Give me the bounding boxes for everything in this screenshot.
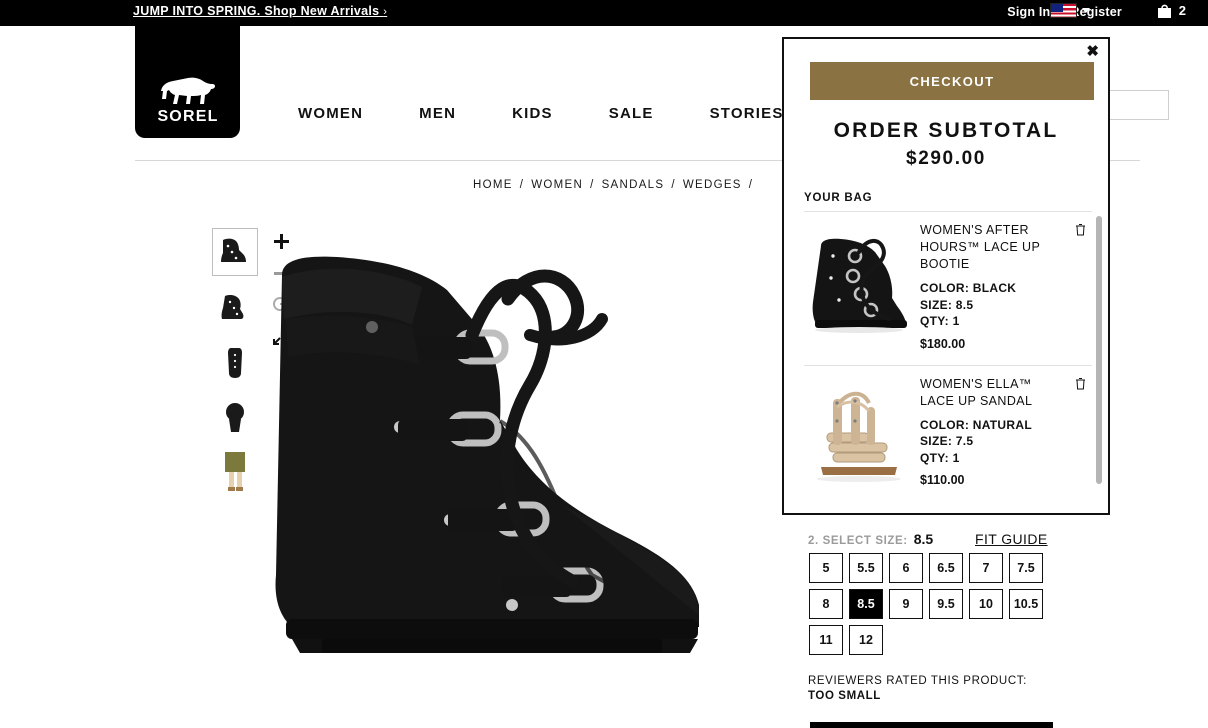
breadcrumb-separator: / bbox=[671, 179, 676, 191]
size-grid: 5 5.5 6 6.5 7 7.5 8 8.5 9 9.5 10 10.5 11… bbox=[809, 553, 1069, 655]
chevron-right-icon: › bbox=[383, 6, 388, 18]
fit-guide-link[interactable]: FIT GUIDE bbox=[975, 531, 1048, 547]
cart-button[interactable]: 2 bbox=[1156, 2, 1186, 19]
order-subtotal-value: $290.00 bbox=[906, 148, 986, 169]
cart-item: WOMEN'S AFTER HOURS™ LACE UP BOOTIE COLO… bbox=[804, 211, 1092, 365]
nav-kids[interactable]: KIDS bbox=[484, 105, 581, 122]
sign-in-link[interactable]: Sign In bbox=[1007, 5, 1050, 19]
size-option-9-5[interactable]: 9.5 bbox=[929, 589, 963, 619]
thumbnail-strip bbox=[212, 228, 258, 496]
thumbnail-bootie-sole-view[interactable] bbox=[212, 393, 258, 441]
order-subtotal-label: ORDER SUBTOTAL bbox=[833, 119, 1059, 142]
add-to-bag-button[interactable] bbox=[810, 722, 1053, 728]
cart-item-image[interactable] bbox=[804, 376, 914, 491]
logo-wordmark: SOREL bbox=[157, 108, 218, 124]
nav-women[interactable]: WOMEN bbox=[270, 105, 391, 122]
cart-item-qty: QTY: 1 bbox=[920, 314, 960, 328]
size-option-7-5[interactable]: 7.5 bbox=[1009, 553, 1043, 583]
cart-flyout-panel: ✖ CHECKOUT ORDER SUBTOTAL $290.00 YOUR B… bbox=[782, 37, 1110, 515]
breadcrumb-item-sandals[interactable]: SANDALS bbox=[602, 179, 665, 191]
cart-item-name[interactable]: WOMEN'S AFTER HOURS™ LACE UP BOOTIE bbox=[920, 222, 1060, 273]
cart-item-list: WOMEN'S AFTER HOURS™ LACE UP BOOTIE COLO… bbox=[804, 211, 1092, 511]
scrollbar-thumb[interactable] bbox=[1096, 216, 1102, 484]
reviewer-rating-note: REVIEWERS RATED THIS PRODUCT: TOO SMALL bbox=[808, 674, 1027, 704]
your-bag-label: YOUR BAG bbox=[804, 192, 873, 204]
main-navigation: WOMEN MEN KIDS SALE STORIES bbox=[270, 105, 812, 122]
cart-item-details: WOMEN'S ELLA™ LACE UP SANDAL COLOR: NATU… bbox=[914, 376, 1092, 491]
order-subtotal: ORDER SUBTOTAL $290.00 bbox=[784, 119, 1108, 170]
us-flag-icon bbox=[1050, 3, 1077, 18]
size-option-9[interactable]: 9 bbox=[889, 589, 923, 619]
size-step-label: 2. SELECT SIZE: bbox=[808, 535, 908, 547]
cart-item-color: COLOR: BLACK bbox=[920, 281, 1017, 295]
trash-icon[interactable] bbox=[1075, 223, 1086, 236]
cart-item-image[interactable] bbox=[804, 222, 914, 337]
breadcrumb-separator: / bbox=[519, 179, 525, 191]
checkout-button[interactable]: CHECKOUT bbox=[810, 62, 1094, 100]
promo-top-bar: JUMP INTO SPRING. Shop New Arrivals › Si… bbox=[0, 0, 1208, 26]
cart-item-qty: QTY: 1 bbox=[920, 450, 960, 465]
search-input[interactable] bbox=[1109, 90, 1169, 120]
cart-count: 2 bbox=[1178, 3, 1186, 18]
size-option-10-5[interactable]: 10.5 bbox=[1009, 589, 1043, 619]
close-icon[interactable]: ✖ bbox=[1086, 44, 1099, 59]
main-product-image[interactable] bbox=[262, 215, 762, 720]
nav-sale[interactable]: SALE bbox=[581, 105, 682, 122]
product-detail-page: JUMP INTO SPRING. Shop New Arrivals › Si… bbox=[0, 0, 1208, 728]
breadcrumb-separator: / bbox=[590, 179, 595, 191]
promo-link[interactable]: JUMP INTO SPRING. Shop New Arrivals › bbox=[133, 4, 387, 18]
selected-size-value: 8.5 bbox=[913, 531, 934, 547]
thumbnail-bootie-side-view[interactable] bbox=[212, 228, 258, 276]
size-option-8[interactable]: 8 bbox=[809, 589, 843, 619]
reviewer-rating-value: TOO SMALL bbox=[808, 690, 881, 702]
cart-item-size: SIZE: 8.5 bbox=[920, 297, 974, 312]
breadcrumb-item-home[interactable]: HOME bbox=[473, 179, 513, 191]
cart-flyout-pointer bbox=[1085, 26, 1107, 37]
size-option-10[interactable]: 10 bbox=[969, 589, 1003, 619]
size-option-8-5[interactable]: 8.5 bbox=[849, 589, 883, 619]
size-selector-header: 2. SELECT SIZE: 8.5 bbox=[808, 531, 933, 547]
cart-list-scrollbar[interactable] bbox=[1096, 214, 1102, 509]
polar-bear-logo-icon: SOREL bbox=[157, 77, 218, 124]
cart-item-size: SIZE: 7.5 bbox=[920, 434, 974, 448]
size-option-6-5[interactable]: 6.5 bbox=[929, 553, 963, 583]
cart-item-color: COLOR: NATURAL bbox=[920, 417, 1032, 432]
reviewer-rating-label: REVIEWERS RATED THIS PRODUCT: bbox=[808, 675, 1027, 687]
size-option-5[interactable]: 5 bbox=[809, 553, 843, 583]
size-option-11[interactable]: 11 bbox=[809, 625, 843, 655]
thumbnail-bootie-lifestyle-view[interactable] bbox=[212, 448, 258, 496]
size-option-6[interactable]: 6 bbox=[889, 553, 923, 583]
breadcrumb-item-wedges[interactable]: WEDGES bbox=[683, 179, 742, 191]
cart-item: WOMEN'S ELLA™ LACE UP SANDAL COLOR: NATU… bbox=[804, 364, 1092, 505]
promo-text: JUMP INTO SPRING. Shop New Arrivals bbox=[133, 4, 380, 18]
cart-item-price: $180.00 bbox=[920, 336, 966, 351]
cart-item-details: WOMEN'S AFTER HOURS™ LACE UP BOOTIE COLO… bbox=[914, 222, 1092, 351]
cart-item-price: $110.00 bbox=[920, 473, 965, 487]
size-option-7[interactable]: 7 bbox=[969, 553, 1003, 583]
breadcrumb: HOME / WOMEN / SANDALS / WEDGES / bbox=[473, 179, 760, 191]
cart-item-name[interactable]: WOMEN'S ELLA™ LACE UP SANDAL bbox=[920, 376, 1060, 410]
shopping-bag-icon bbox=[1156, 2, 1173, 19]
trash-icon[interactable] bbox=[1075, 377, 1086, 390]
breadcrumb-separator-trailing: / bbox=[748, 179, 754, 191]
size-option-12[interactable]: 12 bbox=[849, 625, 883, 655]
breadcrumb-item-women[interactable]: WOMEN bbox=[531, 179, 583, 191]
locale-selector[interactable] bbox=[1050, 3, 1090, 18]
thumbnail-bootie-front-view[interactable] bbox=[212, 338, 258, 386]
nav-men[interactable]: MEN bbox=[391, 105, 484, 122]
size-option-5-5[interactable]: 5.5 bbox=[849, 553, 883, 583]
chevron-down-icon bbox=[1082, 8, 1090, 13]
thumbnail-bootie-angle-view[interactable] bbox=[212, 283, 258, 331]
sorel-logo[interactable]: SOREL bbox=[135, 26, 240, 138]
